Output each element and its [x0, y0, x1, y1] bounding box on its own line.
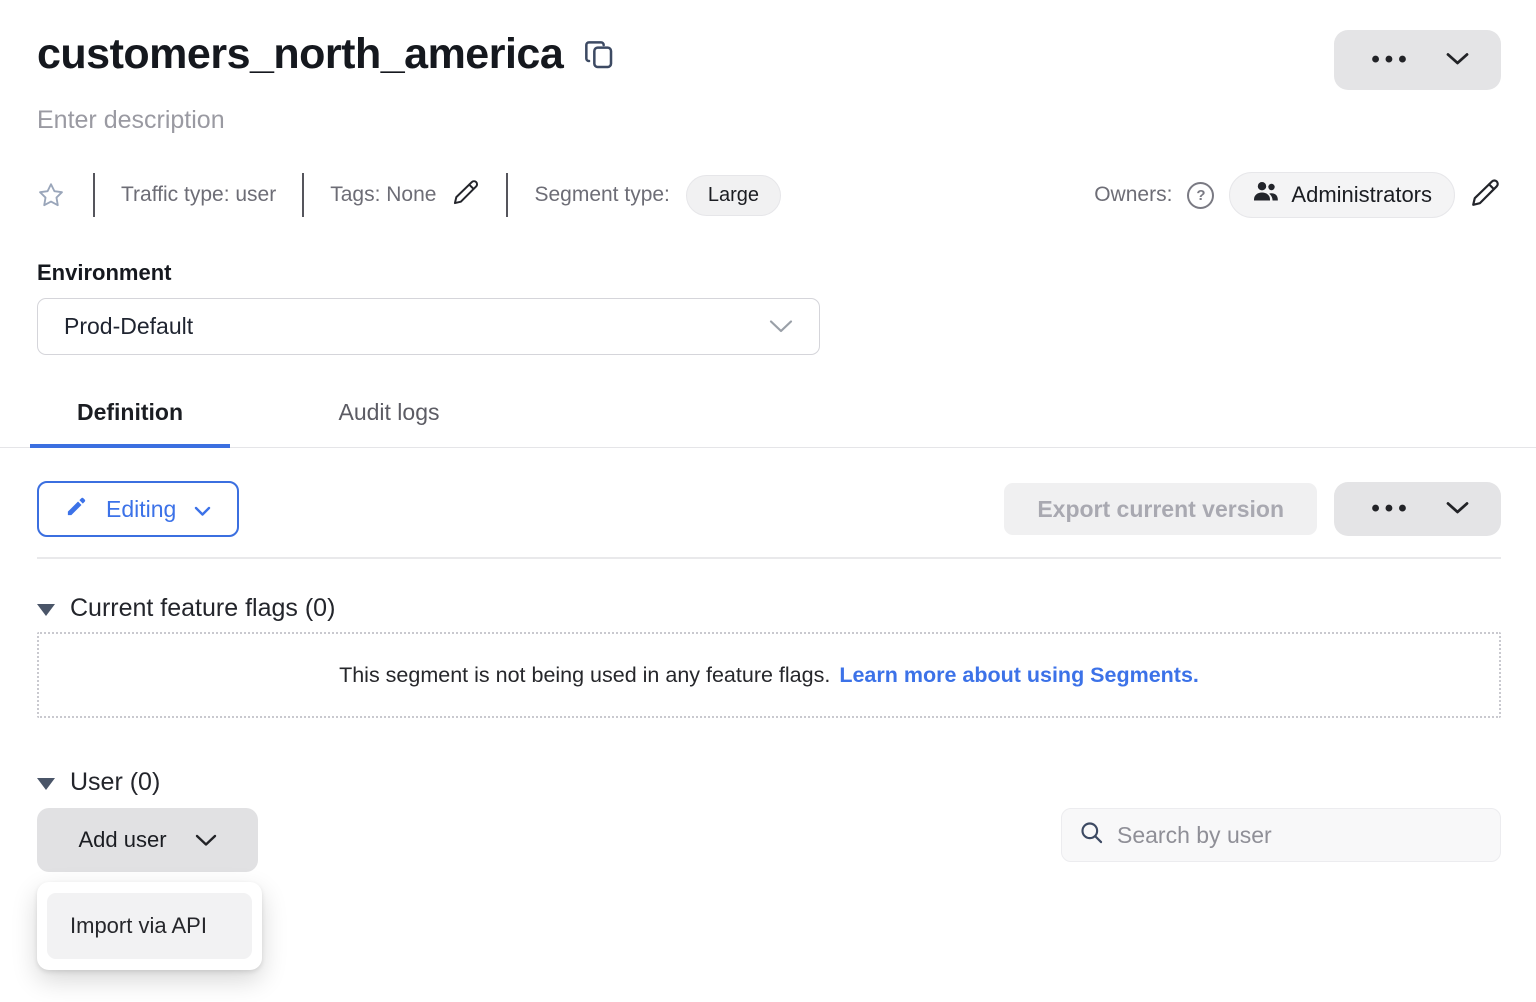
segment-type-label: Segment type:: [534, 183, 669, 207]
definition-more-button[interactable]: •••: [1334, 482, 1501, 536]
environment-select[interactable]: Prod-Default: [37, 298, 820, 355]
feature-flags-empty-state: This segment is not being used in any fe…: [37, 632, 1501, 718]
chevron-down-icon: [195, 827, 217, 853]
chevron-down-icon: [194, 496, 211, 523]
add-user-label: Add user: [78, 827, 166, 853]
segment-type-meta: Segment type: Large: [534, 175, 781, 216]
feature-flags-section-title: Current feature flags (0): [70, 594, 335, 623]
users-icon: [1252, 181, 1279, 209]
star-icon[interactable]: [37, 181, 65, 209]
divider: [506, 173, 508, 217]
environment-selected-value: Prod-Default: [64, 313, 193, 340]
ellipsis-icon: •••: [1366, 48, 1411, 72]
search-icon: [1078, 819, 1105, 851]
user-controls-row: Add user Import via API: [37, 808, 1501, 872]
copy-icon[interactable]: [583, 37, 615, 73]
divider: [93, 173, 95, 217]
environment-section: Environment Prod-Default: [37, 260, 1501, 355]
definition-toolbar: Editing Export current version •••: [37, 481, 1501, 537]
owners-meta: Owners: ? Administrators: [1094, 172, 1501, 218]
editing-label: Editing: [106, 496, 176, 523]
description-placeholder[interactable]: Enter description: [37, 106, 1501, 135]
caret-down-icon: [37, 778, 55, 790]
owners-value: Administrators: [1291, 182, 1432, 208]
segment-detail-page: customers_north_america ••• Enter descri…: [0, 0, 1536, 1002]
page-header: customers_north_america •••: [37, 30, 1501, 90]
meta-row: Traffic type: user Tags: None Segment ty…: [37, 172, 1501, 218]
user-section-title: User (0): [70, 768, 160, 797]
divider: [302, 173, 304, 217]
tab-audit-logs[interactable]: Audit logs: [289, 393, 489, 448]
tab-definition[interactable]: Definition: [30, 393, 230, 448]
environment-label: Environment: [37, 260, 1501, 286]
page-title: customers_north_america: [37, 30, 563, 79]
help-icon[interactable]: ?: [1187, 182, 1214, 209]
chevron-down-icon: [1446, 501, 1469, 518]
export-current-version-button[interactable]: Export current version: [1004, 483, 1317, 535]
feature-flags-section: Current feature flags (0) This segment i…: [37, 594, 1501, 718]
tags-meta: Tags: None: [330, 178, 480, 212]
traffic-type-label: Traffic type: user: [121, 183, 276, 207]
empty-state-message: This segment is not being used in any fe…: [339, 663, 830, 688]
tabs-bar: Definition Audit logs: [0, 393, 1536, 448]
divider: [37, 557, 1501, 559]
edit-owners-pencil-icon[interactable]: [1470, 177, 1501, 214]
learn-more-link[interactable]: Learn more about using Segments.: [839, 663, 1199, 688]
chevron-down-icon: [769, 313, 793, 340]
header-more-button[interactable]: •••: [1334, 30, 1501, 90]
pencil-filled-icon: [65, 495, 88, 524]
editing-status-button[interactable]: Editing: [37, 481, 239, 537]
add-user-button[interactable]: Add user: [37, 808, 258, 872]
feature-flags-section-header[interactable]: Current feature flags (0): [37, 594, 1501, 623]
owners-label: Owners:: [1094, 183, 1172, 207]
user-search-box[interactable]: [1061, 808, 1501, 862]
caret-down-icon: [37, 604, 55, 616]
edit-tags-pencil-icon[interactable]: [452, 178, 480, 212]
menu-item-import-via-api[interactable]: Import via API: [47, 893, 252, 959]
chevron-down-icon: [1446, 52, 1469, 69]
user-search-input[interactable]: [1117, 822, 1484, 849]
add-user-dropdown-menu: Import via API: [37, 882, 262, 970]
user-section-header[interactable]: User (0): [37, 768, 1501, 797]
owners-badge[interactable]: Administrators: [1229, 172, 1455, 218]
tags-label: Tags: None: [330, 183, 436, 207]
segment-type-badge: Large: [686, 175, 781, 216]
ellipsis-icon: •••: [1366, 497, 1411, 521]
user-section: User (0) Add user Import via API: [37, 768, 1501, 872]
title-wrap: customers_north_america: [37, 30, 615, 79]
